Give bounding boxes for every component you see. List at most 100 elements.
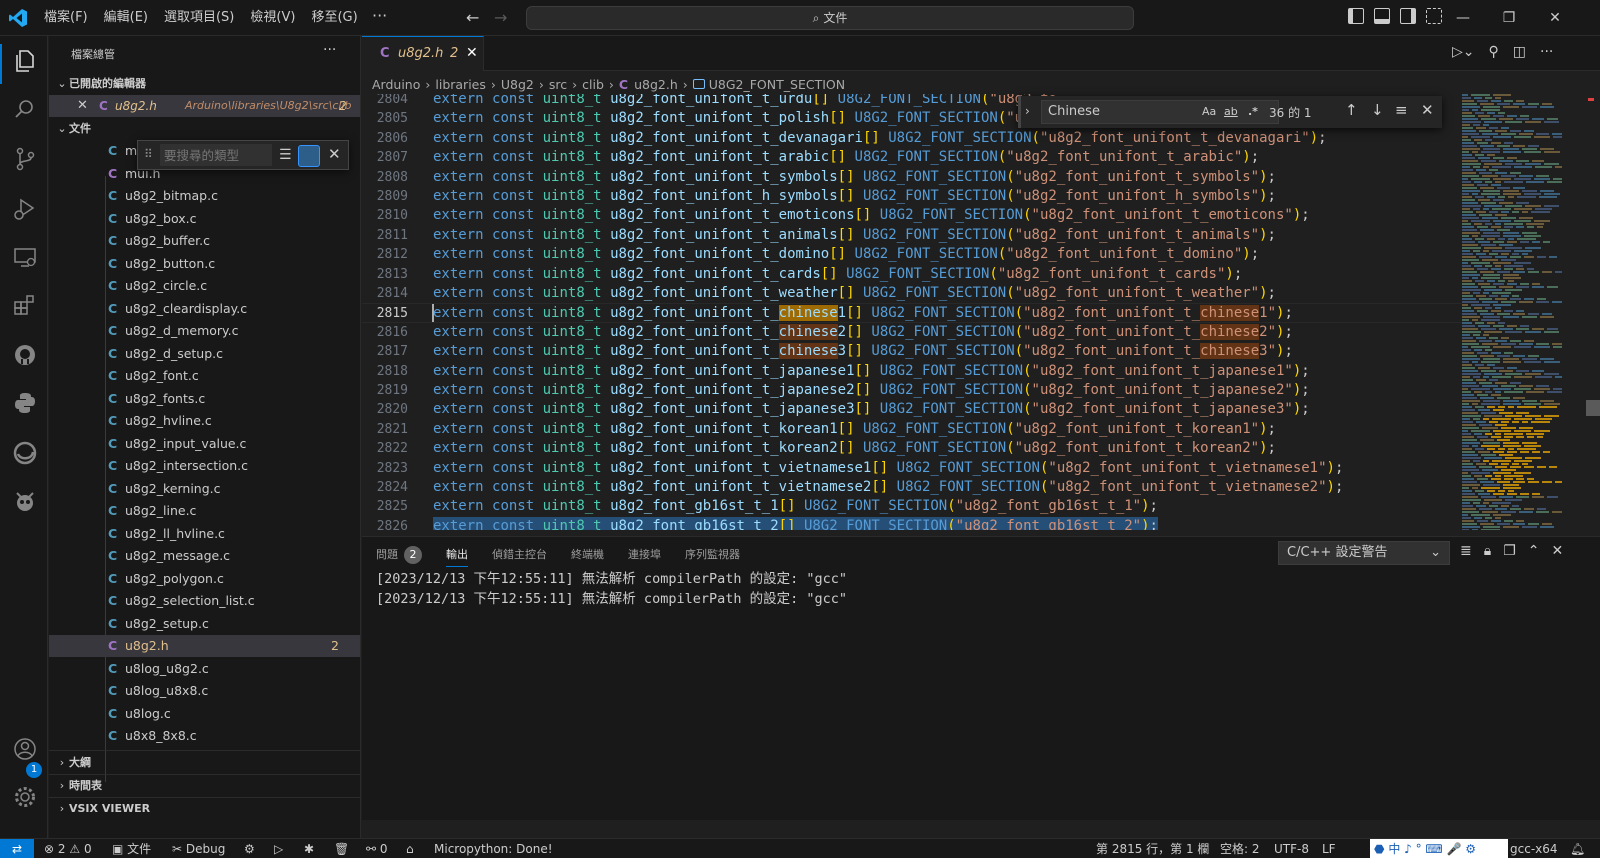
menu-selection[interactable]: 選取項目(S) bbox=[156, 0, 242, 36]
next-match-icon[interactable]: ↓ bbox=[1371, 101, 1384, 119]
run-code-icon[interactable]: ▷⌄ bbox=[1452, 44, 1475, 60]
breadcrumb-item[interactable]: libraries bbox=[435, 77, 486, 92]
file-tree-item[interactable]: Cu8g2_box.c bbox=[49, 208, 360, 230]
problems-status[interactable]: ⊗ 2 ⚠ 0 bbox=[44, 839, 92, 858]
gear-icon[interactable]: ⚙ bbox=[244, 839, 255, 858]
indentation[interactable]: 空格: 2 bbox=[1220, 839, 1260, 858]
source-control-icon[interactable] bbox=[12, 146, 38, 172]
forward-arrow-icon[interactable]: → bbox=[494, 8, 507, 27]
sidebar-more-icon[interactable]: ··· bbox=[323, 42, 336, 58]
breadcrumb-item[interactable]: Arduino bbox=[372, 77, 420, 92]
tab-output[interactable]: 輸出 bbox=[446, 543, 468, 567]
tab-terminal[interactable]: 終端機 bbox=[571, 543, 604, 567]
debug-icon[interactable]: ⚲ bbox=[1489, 44, 1499, 60]
breadcrumb-item[interactable]: u8g2.h bbox=[634, 77, 678, 92]
file-tree-item[interactable]: Cu8g2_hvline.c bbox=[49, 410, 360, 432]
run-icon[interactable]: ▷ bbox=[274, 839, 283, 858]
file-tree-item[interactable]: Cu8g2_line.c bbox=[49, 500, 360, 522]
match-whole-word-icon[interactable]: ab bbox=[1224, 105, 1238, 118]
breadcrumb-item[interactable]: U8G2_FONT_SECTION bbox=[709, 77, 845, 92]
files-section[interactable]: ⌄ 文件 bbox=[49, 118, 360, 140]
close-icon[interactable]: ✕ bbox=[466, 45, 478, 61]
explorer-icon[interactable] bbox=[12, 48, 38, 74]
close-icon[interactable]: ✕ bbox=[1551, 543, 1563, 559]
minimap[interactable] bbox=[1462, 94, 1562, 530]
filter-icon[interactable]: ☰ bbox=[279, 147, 292, 163]
platformio-icon[interactable] bbox=[12, 488, 38, 514]
accounts-icon[interactable] bbox=[12, 736, 38, 762]
github-icon[interactable] bbox=[12, 342, 38, 368]
match-case-icon[interactable]: Aa bbox=[1202, 105, 1216, 118]
previous-match-icon[interactable]: ↑ bbox=[1345, 101, 1358, 119]
debug-status[interactable]: ✂ Debug bbox=[172, 839, 225, 858]
use-regex-icon[interactable]: .* bbox=[1248, 105, 1258, 118]
remote-indicator-icon[interactable]: ⇄ bbox=[0, 839, 34, 858]
scrollbar-thumb[interactable] bbox=[1586, 400, 1600, 416]
menu-more-icon[interactable]: ··· bbox=[372, 0, 387, 32]
file-tree-item[interactable]: Cu8g2_buffer.c bbox=[49, 230, 360, 252]
close-icon[interactable]: ✕ bbox=[1421, 101, 1434, 119]
outline-section[interactable]: › 大綱 bbox=[49, 752, 360, 774]
maximize-button[interactable]: ❐ bbox=[1486, 0, 1532, 36]
toggle-panel-icon[interactable] bbox=[1374, 8, 1390, 24]
file-tree-item[interactable]: Cu8g2_cleardisplay.c bbox=[49, 298, 360, 320]
filter-mode-icon[interactable] bbox=[298, 145, 320, 167]
tab-ports[interactable]: 連接埠 bbox=[628, 543, 661, 567]
file-tree-item[interactable]: Cu8g2_polygon.c bbox=[49, 568, 360, 590]
clear-output-icon[interactable]: ≣ bbox=[1460, 543, 1472, 559]
file-tree-item[interactable]: Cu8g2_bitmap.c bbox=[49, 185, 360, 207]
split-editor-icon[interactable]: ◫ bbox=[1513, 44, 1526, 60]
drag-handle-icon[interactable]: ⠿ bbox=[144, 147, 153, 161]
file-tree-item[interactable]: Cu8log_u8x8.c bbox=[49, 680, 360, 702]
breadcrumb-item[interactable]: U8g2 bbox=[501, 77, 534, 92]
breadcrumb-item[interactable]: src bbox=[549, 77, 567, 92]
ports-status[interactable]: ⚯ 0 bbox=[366, 839, 388, 858]
output-channel-select[interactable]: C/C++ 設定警告 ⌄ bbox=[1278, 541, 1450, 565]
menu-view[interactable]: 檢視(V) bbox=[242, 0, 303, 36]
documents-status[interactable]: ▣ 文件 bbox=[112, 839, 151, 858]
lock-scroll-icon[interactable]: 🔒︎ bbox=[1484, 543, 1491, 559]
maximize-panel-icon[interactable]: ⌃ bbox=[1528, 543, 1540, 559]
file-tree-item[interactable]: Cu8g2_font.c bbox=[49, 365, 360, 387]
notifications-bell-icon[interactable]: 🔔︎ bbox=[1570, 839, 1585, 858]
file-tree-item[interactable]: Cu8g2_kerning.c bbox=[49, 478, 360, 500]
code-editor[interactable]: 2804 extern const uint8_t u8g2_font_unifo… bbox=[362, 94, 1462, 530]
find-input[interactable]: Chinese Aa ab .* bbox=[1041, 100, 1279, 124]
cursor-position[interactable]: 第 2815 行，第 1 欄 bbox=[1096, 839, 1209, 858]
file-tree-item[interactable]: Cu8g2_d_memory.c bbox=[49, 320, 360, 342]
run-debug-icon[interactable] bbox=[12, 196, 38, 222]
debug-bug-icon[interactable]: ✱ bbox=[304, 839, 314, 858]
tree-filter-input[interactable] bbox=[160, 144, 272, 166]
find-in-selection-icon[interactable]: ≡ bbox=[1395, 101, 1408, 119]
end-of-line[interactable]: LF bbox=[1322, 839, 1336, 858]
menu-edit[interactable]: 編輯(E) bbox=[96, 0, 156, 36]
menu-file[interactable]: 檔案(F) bbox=[36, 0, 96, 36]
editor-scrollbar[interactable] bbox=[1586, 94, 1600, 530]
file-tree-item[interactable]: Cu8g2_intersection.c bbox=[49, 455, 360, 477]
toggle-primary-sidebar-icon[interactable] bbox=[1348, 8, 1364, 24]
command-center-search[interactable]: ⌕ 文件 bbox=[526, 6, 1134, 30]
file-tree-item[interactable]: Cu8g2_setup.c bbox=[49, 613, 360, 635]
file-tree-item[interactable]: Cu8g2_input_value.c bbox=[49, 433, 360, 455]
toggle-replace-icon[interactable]: › bbox=[1025, 104, 1030, 118]
vsix-viewer-section[interactable]: › VSIX VIEWER bbox=[49, 798, 360, 820]
tab-debug-console[interactable]: 偵錯主控台 bbox=[492, 543, 547, 567]
menu-go[interactable]: 移至(G) bbox=[303, 0, 365, 36]
settings-gear-icon[interactable] bbox=[12, 784, 38, 810]
file-tree-item[interactable]: Cu8g2_button.c bbox=[49, 253, 360, 275]
open-editors-section[interactable]: ⌄ 已開啟的編輯器 bbox=[49, 73, 360, 95]
file-tree-item[interactable]: Cu8g2_d_setup.c bbox=[49, 343, 360, 365]
toggle-secondary-sidebar-icon[interactable] bbox=[1400, 8, 1416, 24]
file-tree-item[interactable]: Cu8g2_circle.c bbox=[49, 275, 360, 297]
file-tree-item[interactable]: Cu8g2_ll_hvline.c bbox=[49, 523, 360, 545]
python-icon[interactable] bbox=[12, 390, 38, 416]
close-icon[interactable]: ✕ bbox=[328, 145, 341, 163]
open-in-editor-icon[interactable]: ❐ bbox=[1503, 543, 1516, 559]
file-tree-item[interactable]: Cu8g2_fonts.c bbox=[49, 388, 360, 410]
back-arrow-icon[interactable]: ← bbox=[466, 8, 479, 27]
minimize-button[interactable]: — bbox=[1440, 0, 1486, 36]
platform-config[interactable]: gcc-x64 bbox=[1510, 839, 1558, 858]
timeline-section[interactable]: › 時間表 bbox=[49, 775, 360, 797]
remote-explorer-icon[interactable] bbox=[12, 244, 38, 270]
file-tree-item[interactable]: Cu8g2.h 2 bbox=[49, 635, 360, 657]
